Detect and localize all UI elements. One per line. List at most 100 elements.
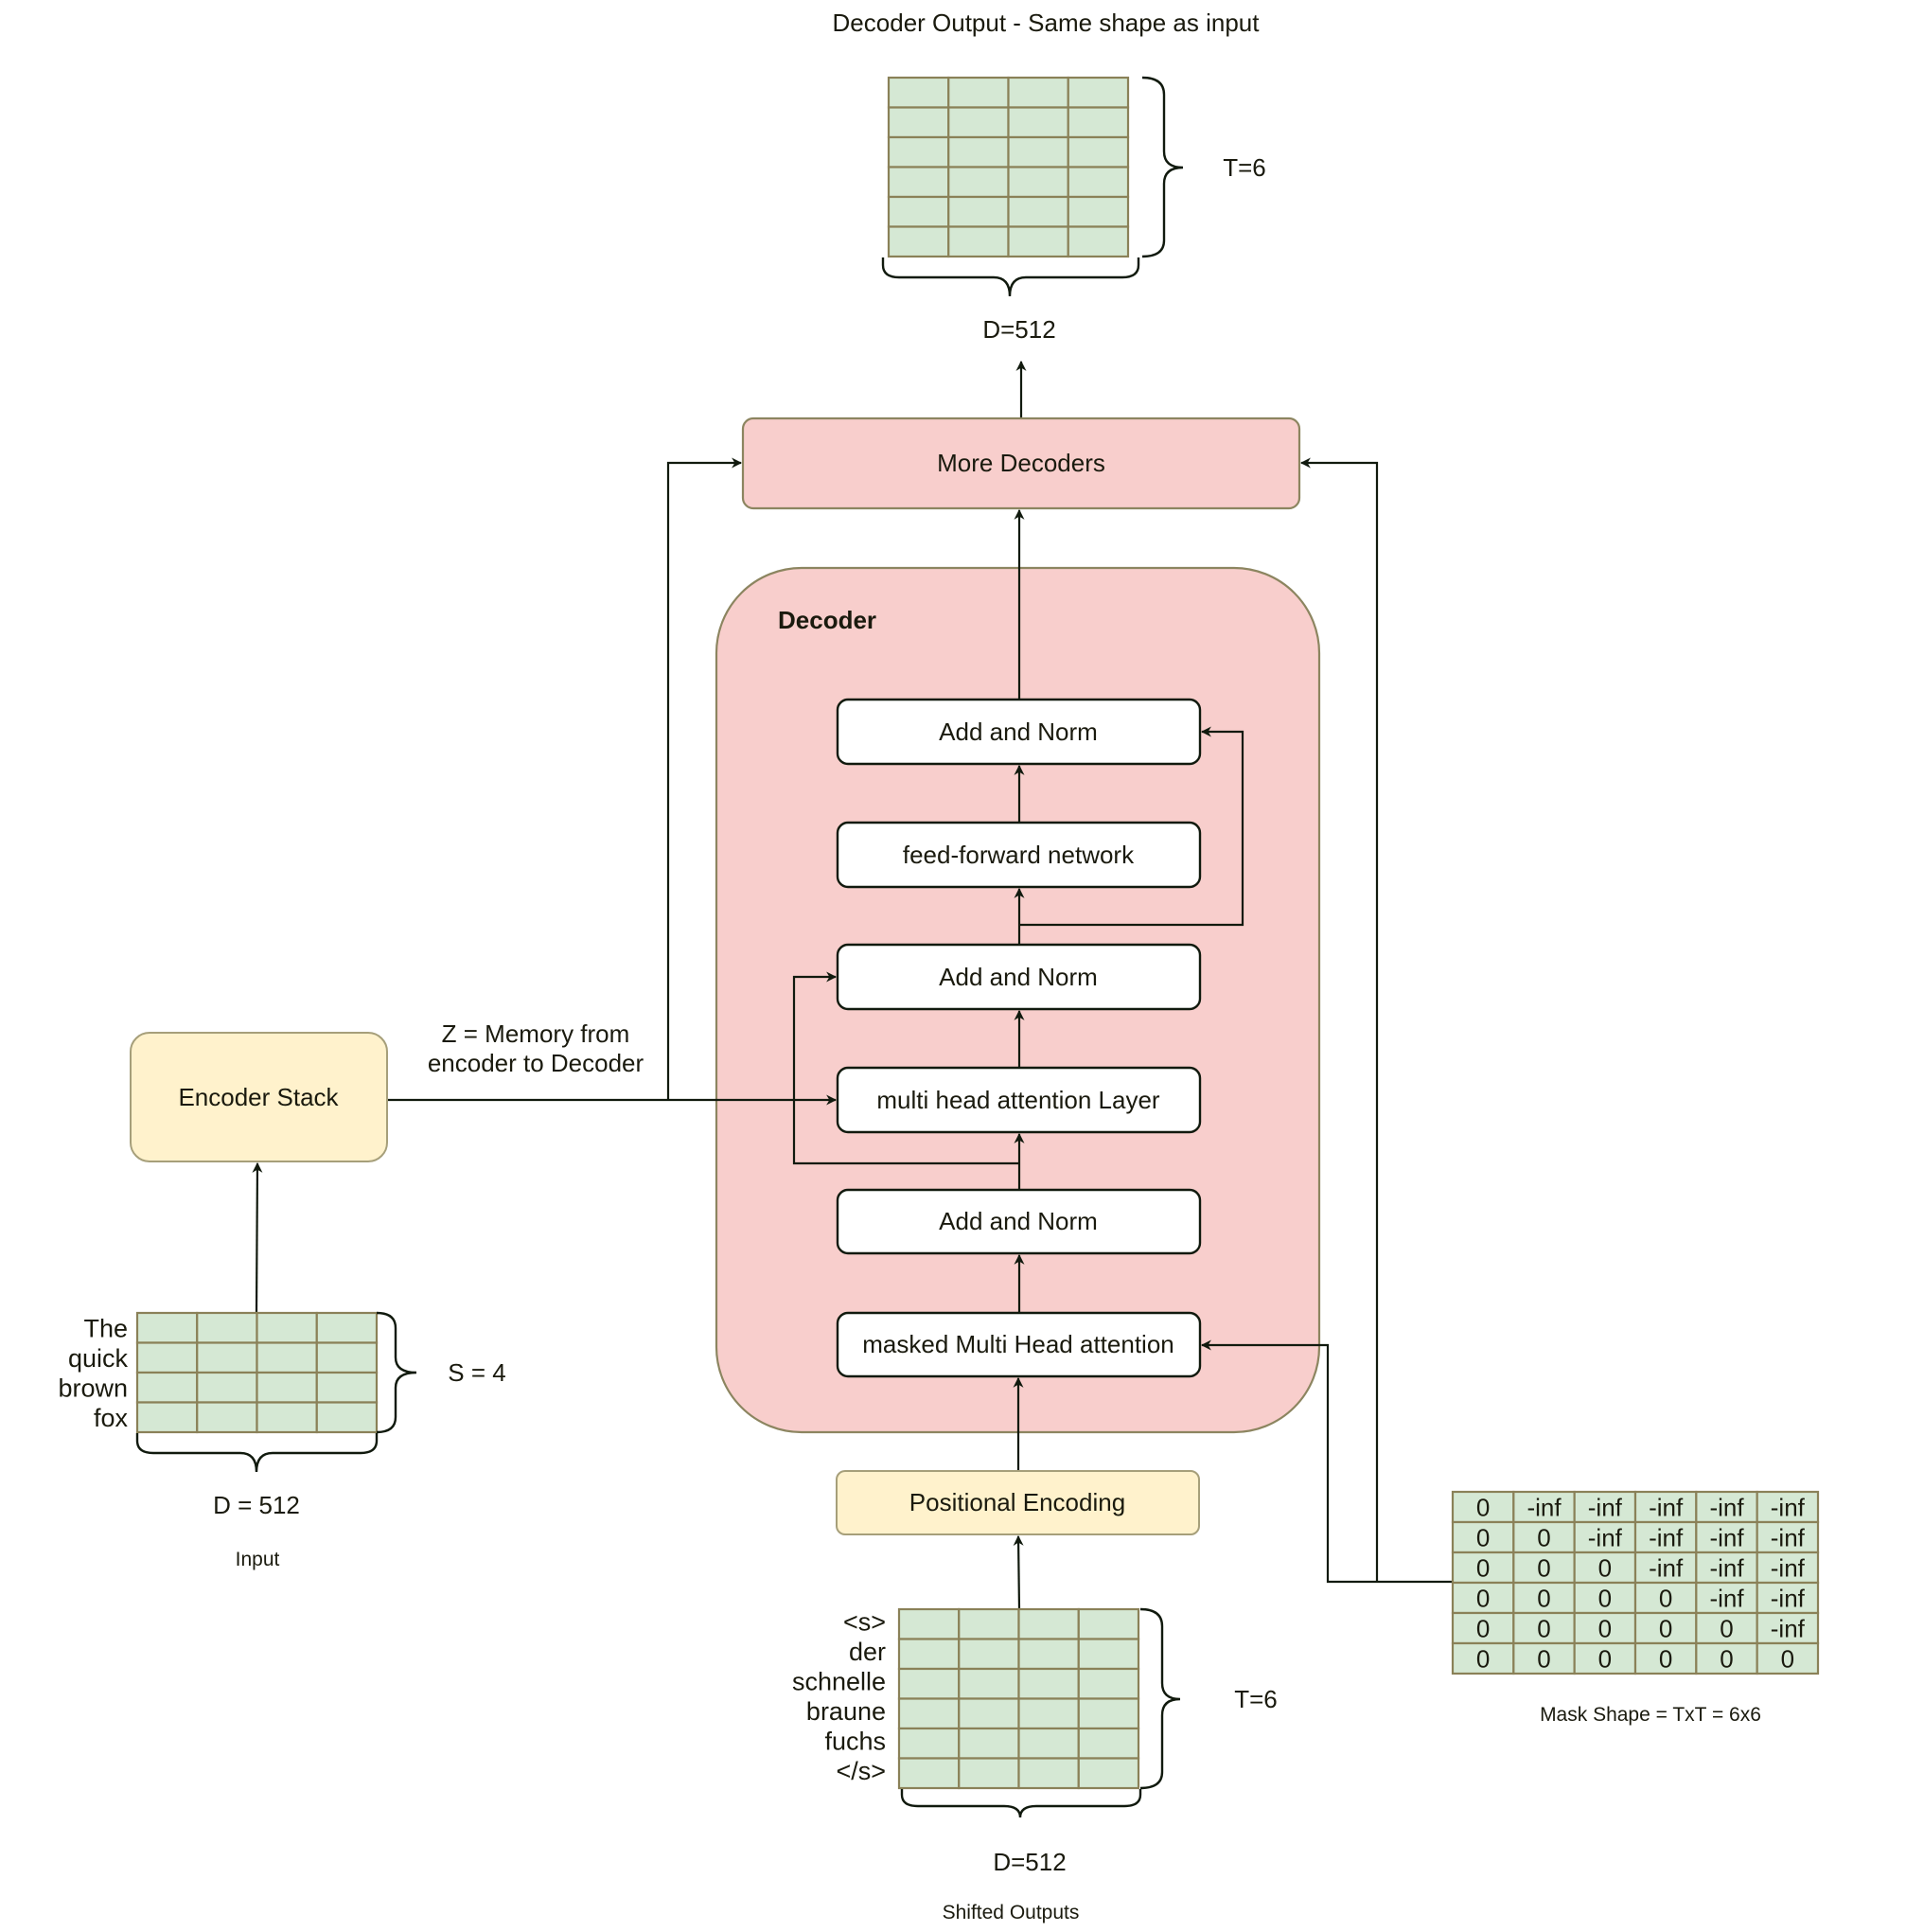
input-rows-brace xyxy=(376,1311,417,1434)
matrix-cell xyxy=(897,1638,961,1671)
matrix-cell xyxy=(947,135,1010,168)
mask-value: 0 xyxy=(1598,1614,1612,1642)
mask-value: -inf xyxy=(1771,1614,1806,1642)
mask-value: 0 xyxy=(1537,1584,1550,1612)
matrix-cell xyxy=(1067,135,1130,168)
matrix-cell xyxy=(315,1341,379,1374)
token-label: fox xyxy=(94,1404,129,1432)
matrix-cell xyxy=(958,1697,1020,1730)
mask-value: -inf xyxy=(1588,1523,1623,1551)
layer-add-norm-3[interactable]: Add and Norm xyxy=(836,698,1202,766)
layer-label: Add and Norm xyxy=(939,718,1098,746)
mask-value: -inf xyxy=(1649,1523,1684,1551)
memory-label-line2: encoder to Decoder xyxy=(428,1049,644,1077)
matrix-cell xyxy=(1077,1697,1140,1730)
layer-label: multi head attention Layer xyxy=(876,1086,1160,1114)
matrix-cell xyxy=(958,1757,1020,1790)
mask-value: 0 xyxy=(1659,1614,1672,1642)
layer-masked-attention[interactable]: masked Multi Head attention xyxy=(836,1311,1202,1378)
mask-value: -inf xyxy=(1771,1553,1806,1582)
mask-value: -inf xyxy=(1649,1553,1684,1582)
output-rows-brace xyxy=(1141,76,1184,258)
matrix-cell xyxy=(958,1727,1020,1760)
matrix-cell xyxy=(1007,135,1069,168)
input-cols-brace xyxy=(135,1433,379,1473)
layer-label: masked Multi Head attention xyxy=(862,1330,1174,1358)
shifted-outputs-caption: Shifted Outputs xyxy=(943,1902,1080,1923)
matrix-cell xyxy=(1007,76,1069,109)
matrix-cell xyxy=(256,1401,318,1434)
matrix-cell xyxy=(1067,195,1130,228)
mask-value: 0 xyxy=(1476,1644,1490,1673)
mask-value: 0 xyxy=(1476,1553,1490,1582)
token-label: braune xyxy=(806,1697,886,1726)
matrix-cell xyxy=(1067,225,1130,258)
matrix-cell xyxy=(1007,106,1069,139)
mask-value: 0 xyxy=(1537,1553,1550,1582)
shifted-rows-label: T=6 xyxy=(1234,1685,1278,1713)
matrix-cell xyxy=(135,1311,199,1344)
mask-value: -inf xyxy=(1771,1523,1806,1551)
matrix-cell xyxy=(887,195,950,228)
matrix-cell xyxy=(196,1371,258,1404)
matrix-cell xyxy=(887,135,950,168)
layer-add-norm-1[interactable]: Add and Norm xyxy=(836,1188,1202,1255)
matrix-cell xyxy=(1067,106,1130,139)
token-label: fuchs xyxy=(824,1727,886,1755)
matrix-cell xyxy=(1017,1667,1080,1700)
mask-value: -inf xyxy=(1709,1493,1744,1521)
mask-value: 0 xyxy=(1476,1614,1490,1642)
matrix-cell xyxy=(196,1341,258,1374)
output-cols-brace xyxy=(881,257,1140,297)
positional-encoding-label: Positional Encoding xyxy=(909,1488,1125,1516)
token-label: schnelle xyxy=(792,1667,886,1695)
layer-cross-attention[interactable]: multi head attention Layer xyxy=(836,1066,1202,1134)
matrix-cell xyxy=(958,1667,1020,1700)
input-tokens: Thequickbrownfox xyxy=(58,1314,128,1432)
matrix-cell xyxy=(1007,195,1069,228)
mask-matrix: 0 -inf -inf -inf -inf -inf0 0 -inf -inf -inf -inf0… xyxy=(1451,1490,1820,1675)
mask-value: 0 xyxy=(1537,1523,1550,1551)
shifted-outputs-matrix xyxy=(897,1607,1140,1790)
matrix-cell xyxy=(1017,1697,1080,1730)
matrix-cell xyxy=(135,1371,199,1404)
matrix-cell xyxy=(958,1638,1020,1671)
mask-value: -inf xyxy=(1588,1493,1623,1521)
matrix-cell xyxy=(897,1607,961,1640)
mask-value: 0 xyxy=(1476,1584,1490,1612)
layer-feed-forward[interactable]: feed-forward network xyxy=(836,821,1202,889)
matrix-cell xyxy=(1077,1727,1140,1760)
mask-value: -inf xyxy=(1771,1584,1806,1612)
matrix-cell xyxy=(256,1311,318,1344)
mask-value: 0 xyxy=(1598,1553,1612,1582)
layer-label: Add and Norm xyxy=(939,963,1098,991)
encoder-stack-label: Encoder Stack xyxy=(178,1083,339,1111)
mask-caption: Mask Shape = TxT = 6x6 xyxy=(1540,1704,1761,1726)
matrix-cell xyxy=(1017,1727,1080,1760)
mask-value: -inf xyxy=(1709,1584,1744,1612)
matrix-cell xyxy=(1077,1667,1140,1700)
mask-value: 0 xyxy=(1537,1644,1550,1673)
layer-add-norm-2[interactable]: Add and Norm xyxy=(836,943,1202,1011)
matrix-cell xyxy=(958,1607,1020,1640)
token-label: <s> xyxy=(843,1607,886,1636)
output-matrix xyxy=(887,76,1130,258)
matrix-cell xyxy=(887,106,950,139)
mask-value: -inf xyxy=(1527,1493,1562,1521)
input-matrix xyxy=(135,1311,379,1434)
matrix-cell xyxy=(887,76,950,109)
matrix-cell xyxy=(947,195,1010,228)
memory-label-line1: Z = Memory from xyxy=(442,1019,630,1048)
matrix-cell xyxy=(196,1401,258,1434)
mask-value: 0 xyxy=(1720,1644,1733,1673)
matrix-cell xyxy=(315,1401,379,1434)
arrow-shifted-to-pe xyxy=(1013,1534,1024,1610)
decoder-title: Decoder xyxy=(778,606,876,634)
matrix-cell xyxy=(947,166,1010,199)
output-title: Decoder Output - Same shape as input xyxy=(833,9,1261,37)
mask-value: -inf xyxy=(1649,1493,1684,1521)
matrix-cell xyxy=(1067,76,1130,109)
matrix-cell xyxy=(1077,1757,1140,1790)
arrow-input-to-encoder xyxy=(252,1161,263,1314)
layer-label: Add and Norm xyxy=(939,1207,1098,1235)
